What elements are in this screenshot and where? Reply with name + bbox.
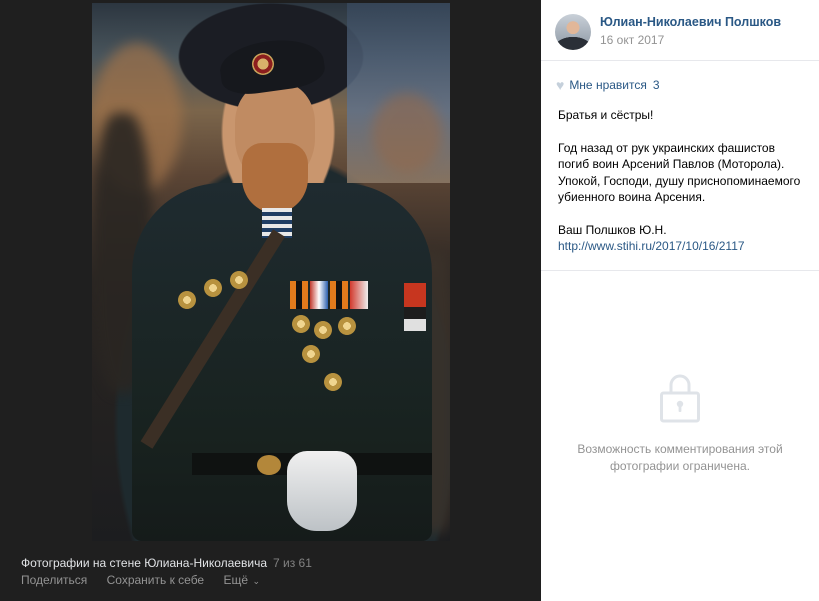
post-signature: Ваш Полшков Ю.Н. xyxy=(558,222,667,237)
photo[interactable] xyxy=(92,3,450,541)
photo-viewer: Фотографии на стене Юлиана-Николаевича 7 … xyxy=(0,0,541,601)
photo-sleeve-patch xyxy=(404,283,426,331)
more-button[interactable]: Ещё ⌄ xyxy=(223,573,260,587)
photo-medal xyxy=(338,317,356,335)
photo-caption: Фотографии на стене Юлиана-Николаевича 7 … xyxy=(21,556,312,570)
post-text: Братья и сёстры! Год назад от рук украин… xyxy=(558,107,808,271)
photo-beard xyxy=(242,143,308,213)
photo-ribbon xyxy=(310,281,328,309)
photo-medal xyxy=(204,279,222,297)
photo-actions: Поделиться Сохранить к себе Ещё ⌄ xyxy=(21,573,276,587)
lock-icon xyxy=(660,374,700,423)
post-link[interactable]: http://www.stihi.ru/2017/10/16/2117 xyxy=(558,239,745,253)
photo-counter: 7 из 61 xyxy=(273,556,312,570)
photo-medal xyxy=(324,373,342,391)
photo-belt-buckle xyxy=(257,455,281,475)
photo-medal xyxy=(178,291,196,309)
photo-medal xyxy=(314,321,332,339)
post-panel: Юлиан-Николаевич Полшков 16 окт 2017 ♥ Мн… xyxy=(541,0,819,601)
photo-gloves xyxy=(287,451,357,531)
photo-ribbon xyxy=(330,281,348,309)
save-to-self-button[interactable]: Сохранить к себе xyxy=(107,573,205,587)
photo-medal xyxy=(302,345,320,363)
chevron-down-icon: ⌄ xyxy=(250,576,261,586)
photo-medal xyxy=(230,271,248,289)
divider xyxy=(541,60,819,61)
heart-icon: ♥ xyxy=(556,77,565,93)
comments-restricted-notice: Возможность комментирования этой фотогра… xyxy=(577,442,783,473)
like-count: 3 xyxy=(652,78,660,92)
author-name[interactable]: Юлиан-Николаевич Полшков xyxy=(600,15,781,29)
divider xyxy=(541,270,819,271)
photo-medal xyxy=(292,315,310,333)
photo-beret-badge xyxy=(252,53,274,75)
like-button[interactable]: ♥ Мне нравится 3 xyxy=(556,77,660,93)
post-paragraph: Год назад от рук украинских фашистов пог… xyxy=(558,140,801,205)
photo-bokeh xyxy=(372,93,442,173)
more-label: Ещё xyxy=(223,573,249,587)
like-label: Мне нравится xyxy=(569,78,647,92)
album-title[interactable]: Фотографии на стене Юлиана-Николаевича xyxy=(21,556,267,570)
photo-ribbon xyxy=(350,281,368,309)
post-signature-block: Ваш Полшков Ю.Н. http://www.stihi.ru/201… xyxy=(558,222,808,255)
post-date[interactable]: 16 окт 2017 xyxy=(600,33,664,47)
post-paragraph: Братья и сёстры! xyxy=(558,108,654,122)
share-button[interactable]: Поделиться xyxy=(21,573,87,587)
photo-ribbon xyxy=(290,281,308,309)
avatar[interactable] xyxy=(555,14,591,50)
